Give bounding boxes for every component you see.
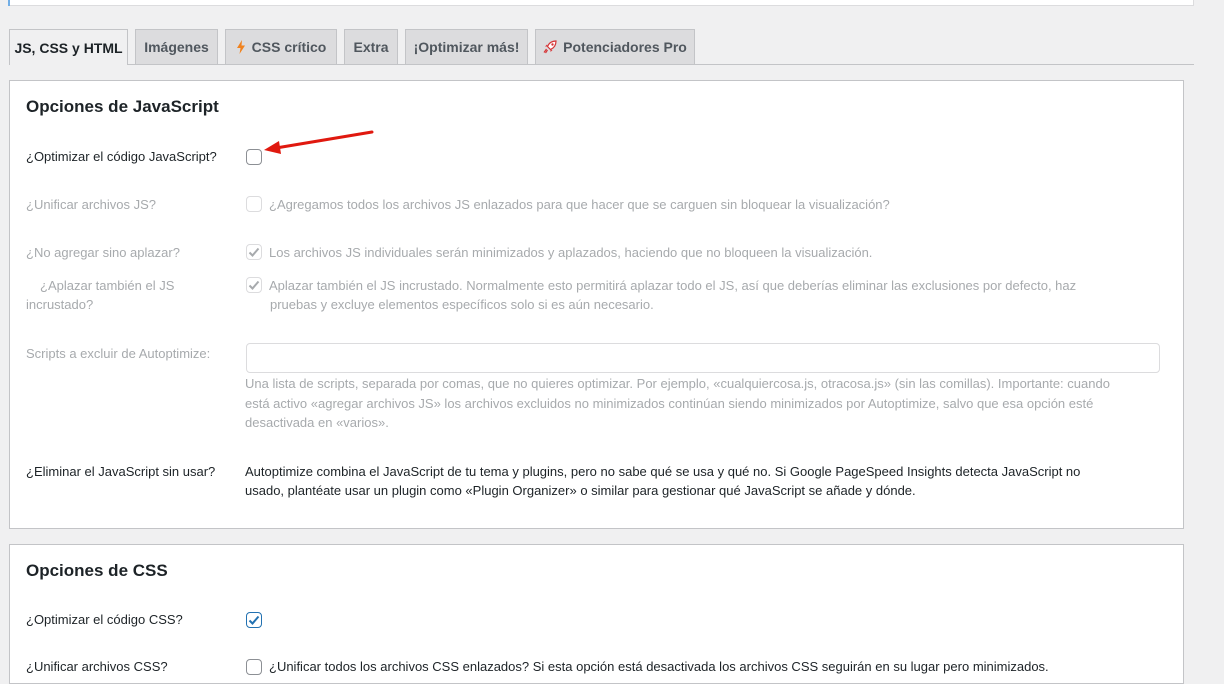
defer-inline-checkbox[interactable] xyxy=(246,277,262,293)
unused-js-label: ¿Eliminar el JavaScript sin usar? xyxy=(26,464,216,479)
check-icon xyxy=(248,247,260,257)
tab-label: Extra xyxy=(353,39,389,55)
aggregate-js-checkbox[interactable] xyxy=(246,196,262,212)
js-section-title: Opciones de JavaScript xyxy=(26,97,219,116)
defer-inline-label-line2: incrustado? xyxy=(26,297,94,312)
unused-js-description-line1: Autoptimize combina el JavaScript de tu … xyxy=(245,464,1081,479)
css-options-panel: Opciones de CSS ¿Optimizar el código CSS… xyxy=(9,544,1184,684)
js-options-panel: Opciones de JavaScript ¿Optimizar el cód… xyxy=(9,80,1184,529)
optimize-css-label: ¿Optimizar el código CSS? xyxy=(26,612,183,627)
exclude-scripts-input[interactable] xyxy=(246,343,1160,373)
tab-label: Potenciadores Pro xyxy=(563,39,687,55)
defer-inline-description-line2: pruebas y excluye elementos específicos … xyxy=(270,297,654,312)
aggregate-css-label: ¿Unificar archivos CSS? xyxy=(26,659,168,674)
tab-critical-css[interactable]: CSS crítico xyxy=(225,29,337,64)
previous-section-edge xyxy=(8,0,10,6)
red-arrow-annotation xyxy=(264,130,374,154)
tab-extra[interactable]: Extra xyxy=(344,29,398,64)
defer-inline-description-line1: Aplazar también el JS incrustado. Normal… xyxy=(269,278,1077,293)
exclude-scripts-description-line1: Una lista de scripts, separada por comas… xyxy=(245,376,1110,391)
tab-label: CSS crítico xyxy=(251,39,327,55)
exclude-scripts-label: Scripts a excluir de Autoptimize: xyxy=(26,346,211,361)
unused-js-description-line2: usado, plantéate usar un plugin como «Pl… xyxy=(245,483,916,498)
exclude-scripts-description-line3: desactivada en «varios». xyxy=(245,415,389,430)
aggregate-css-checkbox[interactable] xyxy=(246,659,262,675)
lightning-icon xyxy=(236,40,246,54)
tab-pro-boosters[interactable]: Potenciadores Pro xyxy=(535,29,695,64)
defer-only-checkbox[interactable] xyxy=(246,244,262,260)
optimize-js-label: ¿Optimizar el código JavaScript? xyxy=(26,149,217,164)
aggregate-js-label: ¿Unificar archivos JS? xyxy=(26,197,157,212)
settings-tabs: JS, CSS y HTML Imágenes CSS crítico Extr… xyxy=(9,29,1194,65)
tab-optimize-more[interactable]: ¡Optimizar más! xyxy=(405,29,528,64)
tab-label: Imágenes xyxy=(144,39,209,55)
aggregate-js-description: ¿Agregamos todos los archivos JS enlazad… xyxy=(269,197,890,212)
check-icon xyxy=(248,615,260,625)
optimize-js-checkbox[interactable] xyxy=(246,149,262,165)
tab-js-css-html[interactable]: JS, CSS y HTML xyxy=(9,29,128,65)
rocket-icon xyxy=(543,40,557,54)
css-section-title: Opciones de CSS xyxy=(26,561,168,580)
tab-label: JS, CSS y HTML xyxy=(14,39,123,56)
optimize-css-checkbox[interactable] xyxy=(246,612,262,628)
exclude-scripts-description-line2: está activo «agregar archivos JS» los ar… xyxy=(245,396,1094,411)
previous-section-box xyxy=(8,0,1194,6)
aggregate-css-description: ¿Unificar todos los archivos CSS enlazad… xyxy=(269,659,1049,674)
tab-label: ¡Optimizar más! xyxy=(413,39,520,55)
check-icon xyxy=(248,280,260,290)
defer-only-description: Los archivos JS individuales serán minim… xyxy=(269,245,873,260)
tab-images[interactable]: Imágenes xyxy=(135,29,218,64)
defer-only-label: ¿No agregar sino aplazar? xyxy=(26,245,180,260)
defer-inline-label-line1: ¿Aplazar también el JS xyxy=(40,278,175,293)
